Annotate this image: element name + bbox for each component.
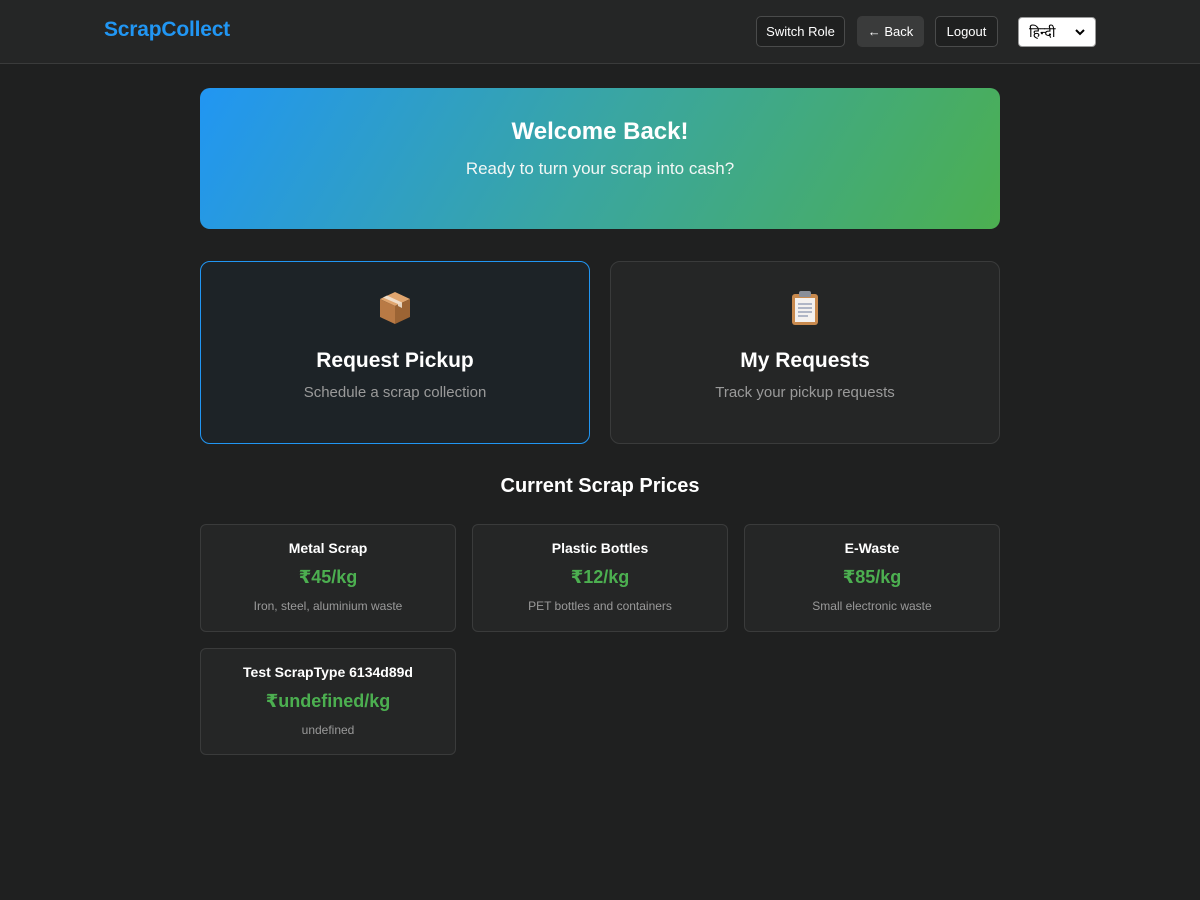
request-pickup-title: Request Pickup xyxy=(316,349,474,372)
price-card-name: Metal Scrap xyxy=(288,540,368,556)
logout-button[interactable]: Logout xyxy=(935,16,998,47)
price-card-description: Iron, steel, aluminium waste xyxy=(253,599,403,613)
switch-role-button[interactable]: Switch Role xyxy=(756,16,845,47)
package-icon xyxy=(380,292,410,324)
top-header: ScrapCollect Switch Role ← Back Logout ह… xyxy=(0,0,1200,64)
price-card-description: Small electronic waste xyxy=(812,599,932,613)
chevron-down-icon xyxy=(1075,29,1085,36)
clipboard-icon xyxy=(792,291,818,325)
request-pickup-card[interactable]: Request Pickup Schedule a scrap collecti… xyxy=(200,261,590,444)
my-requests-description: Track your pickup requests xyxy=(715,384,895,401)
back-button[interactable]: ← Back xyxy=(857,16,924,47)
price-card-description: undefined xyxy=(301,723,355,737)
price-card-price: ₹12/kg xyxy=(570,567,630,587)
price-card-description: PET bottles and containers xyxy=(528,599,672,613)
scrap-prices-heading: Current Scrap Prices xyxy=(500,475,700,497)
price-card-price: ₹85/kg xyxy=(842,567,902,587)
price-card-name: Test ScrapType 6134d89d xyxy=(243,664,413,680)
price-card-price: ₹undefined/kg xyxy=(265,691,391,711)
my-requests-card[interactable]: My Requests Track your pickup requests xyxy=(610,261,1000,444)
price-card-e-waste: E-Waste ₹85/kg Small electronic waste xyxy=(744,524,1000,632)
price-card-name: Plastic Bottles xyxy=(551,540,649,556)
welcome-banner: Welcome Back! Ready to turn your scrap i… xyxy=(200,88,1000,229)
price-card-name: E-Waste xyxy=(844,540,900,556)
price-card-test-scraptype: Test ScrapType 6134d89d ₹undefined/kg un… xyxy=(200,648,456,755)
welcome-title: Welcome Back! xyxy=(511,118,689,145)
request-pickup-description: Schedule a scrap collection xyxy=(303,384,487,401)
price-card-metal-scrap: Metal Scrap ₹45/kg Iron, steel, aluminiu… xyxy=(200,524,456,632)
language-selected-value: हिन्दी xyxy=(1029,23,1056,40)
price-card-price: ₹45/kg xyxy=(298,567,358,587)
welcome-subtitle: Ready to turn your scrap into cash? xyxy=(465,159,735,178)
my-requests-title: My Requests xyxy=(740,349,870,372)
language-select[interactable]: हिन्दी xyxy=(1018,17,1096,47)
brand-logo[interactable]: ScrapCollect xyxy=(104,18,230,42)
price-card-plastic-bottles: Plastic Bottles ₹12/kg PET bottles and c… xyxy=(472,524,728,632)
